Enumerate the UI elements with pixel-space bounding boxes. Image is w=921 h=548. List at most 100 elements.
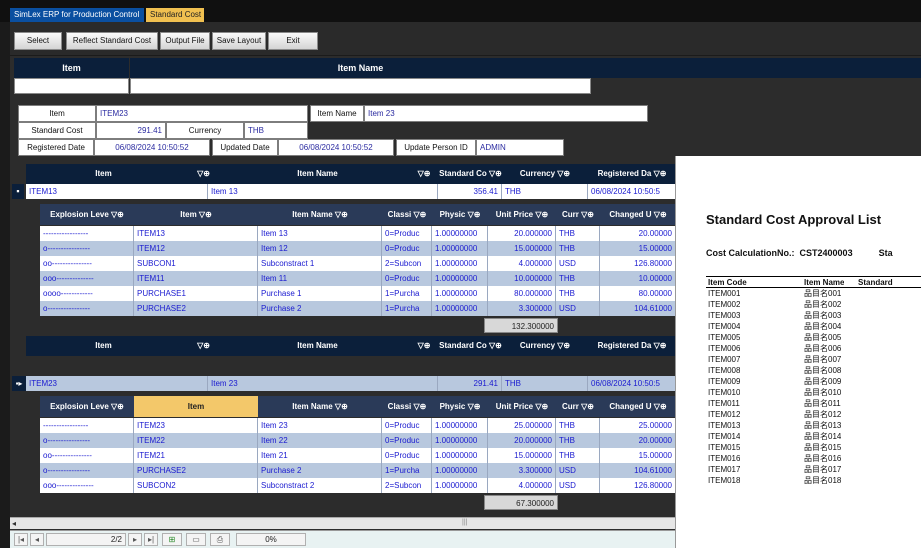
cell-level: oo--------------- — [40, 256, 134, 271]
group2-parent-row[interactable]: ITEM23 Item 23 291.41 THB 06/08/2024 10:… — [26, 376, 676, 391]
col-unit-price[interactable]: Unit Price ▽⊕ — [488, 396, 556, 417]
cell-level: ooo-------------- — [40, 271, 134, 286]
col-item-name[interactable]: Item Name ▽⊕ — [258, 396, 382, 417]
output-file-button[interactable]: Output File — [160, 32, 210, 50]
next-page-icon[interactable]: ▸ — [128, 533, 142, 546]
save-layout-button[interactable]: Save Layout — [212, 32, 266, 50]
col-physical[interactable]: Physic ▽⊕ — [432, 396, 488, 417]
updated-date-field[interactable]: 06/08/2024 10:50:52 — [278, 139, 394, 156]
collapse-icon[interactable]: ▪ — [12, 184, 24, 199]
print-preview-icon[interactable]: ▭ — [186, 533, 206, 546]
sub-grid-header-1: Explosion Leve ▽⊕ Item ▽⊕ Item Name ▽⊕ C… — [40, 204, 676, 225]
cell-level: oo--------------- — [40, 448, 134, 463]
cell-changed: 20.00000 — [600, 433, 676, 448]
cell-name: Item 12 — [258, 241, 382, 256]
col-item[interactable]: Item ▽⊕ — [134, 204, 258, 225]
col-currency[interactable]: Currency ▽⊕ — [502, 164, 588, 184]
group1-parent-row[interactable]: ITEM13 Item 13 356.41 THB 06/08/2024 10:… — [26, 184, 676, 199]
report-item-name: 品目名004 — [804, 322, 842, 331]
col-changed-unit[interactable]: Changed U ▽⊕ — [600, 204, 676, 225]
col-unit-price[interactable]: Unit Price ▽⊕ — [488, 204, 556, 225]
table-row[interactable]: ooo-------------- SUBCON2 Subconstract 2 2=… — [40, 478, 676, 493]
col-changed-unit[interactable]: Changed U ▽⊕ — [600, 396, 676, 417]
filter-pin-icon[interactable]: ▽⊕ — [409, 336, 439, 356]
table-row[interactable]: oooo------------ PURCHASE1 Purchase 1 1=Pur… — [40, 286, 676, 301]
report-item-name: 品目名018 — [804, 476, 842, 485]
col-currency[interactable]: Curr ▽⊕ — [556, 396, 600, 417]
tab-erp[interactable]: SimLex ERP for Production Control — [10, 8, 144, 22]
standard-cost-field[interactable]: 291.41 — [96, 122, 166, 139]
horizontal-scrollbar[interactable]: ◂ ||| — [10, 517, 675, 529]
report-row: ITEM008 品目名008 — [706, 365, 921, 376]
search-item-name-input[interactable] — [130, 78, 591, 94]
update-person-field[interactable]: ADMIN — [476, 139, 564, 156]
exit-button[interactable]: Exit — [268, 32, 318, 50]
report-row: ITEM016 品目名016 — [706, 453, 921, 464]
col-item-name[interactable]: Item Name ▽⊕ — [258, 204, 382, 225]
cell-changed: 20.00000 — [600, 226, 676, 241]
table-row[interactable]: o---------------- ITEM22 Item 22 0=Produc 1.… — [40, 433, 676, 448]
report-row: ITEM017 品目名017 — [706, 464, 921, 475]
item-field[interactable]: ITEM23 — [96, 105, 308, 122]
report-item-code: ITEM009 — [708, 377, 741, 386]
report-row: ITEM015 品目名015 — [706, 442, 921, 453]
filter-pin-icon[interactable]: ▽⊕ — [181, 164, 226, 184]
table-row[interactable]: ----------------- ITEM23 Item 23 0=Produc 1.… — [40, 418, 676, 433]
table-row[interactable]: oo--------------- ITEM21 Item 21 0=Produc 1.… — [40, 448, 676, 463]
col-classification[interactable]: Classi ▽⊕ — [382, 396, 432, 417]
print-icon[interactable]: ⎙ — [210, 533, 230, 546]
col-explosion-level[interactable]: Explosion Leve ▽⊕ — [40, 396, 134, 417]
table-row[interactable]: o---------------- ITEM12 Item 12 0=Produc 1.… — [40, 241, 676, 256]
table-row[interactable]: oo--------------- SUBCON1 Subconstract 1 2=… — [40, 256, 676, 271]
col-currency[interactable]: Curr ▽⊕ — [556, 204, 600, 225]
col-item-selected[interactable]: Item — [134, 396, 258, 417]
report-item-name: 品目名014 — [804, 432, 842, 441]
cell-curr: USD — [556, 478, 600, 493]
filter-pin-icon[interactable]: ▽⊕ — [409, 164, 439, 184]
registered-date-field[interactable]: 06/08/2024 10:50:52 — [94, 139, 210, 156]
current-row-arrow-icon[interactable]: ▪▸ — [12, 376, 26, 391]
cell-name: Subconstract 2 — [258, 478, 382, 493]
report-item-code: ITEM017 — [708, 465, 741, 474]
cell-item: ITEM13 — [134, 226, 258, 241]
cell-item-name: Item 23 — [208, 376, 438, 391]
reflect-standard-cost-button[interactable]: Reflect Standard Cost — [66, 32, 158, 50]
currency-field[interactable]: THB — [244, 122, 308, 139]
report-item-name: 品目名009 — [804, 377, 842, 386]
col-classification[interactable]: Classi ▽⊕ — [382, 204, 432, 225]
col-explosion-level[interactable]: Explosion Leve ▽⊕ — [40, 204, 134, 225]
cell-level: o---------------- — [40, 433, 134, 448]
col-item-name[interactable]: Item Name — [226, 336, 409, 356]
col-item-name[interactable]: Item Name — [226, 164, 409, 184]
filter-pin-icon[interactable]: ▽⊕ — [181, 336, 226, 356]
table-row[interactable]: o---------------- PURCHASE2 Purchase 2 1=Pu… — [40, 463, 676, 478]
currency-label: Currency — [166, 122, 244, 139]
item-name-field[interactable]: Item 23 — [364, 105, 648, 122]
last-page-icon[interactable]: ▸| — [144, 533, 158, 546]
col-registered[interactable]: Registered Da ▽⊕ — [588, 336, 676, 356]
report-row: ITEM011 品目名011 — [706, 398, 921, 409]
tab-standard-cost[interactable]: Standard Cost — [146, 8, 204, 22]
open-icon[interactable]: ⊞ — [162, 533, 182, 546]
prev-page-icon[interactable]: ◂ — [30, 533, 44, 546]
col-currency[interactable]: Currency ▽⊕ — [502, 336, 588, 356]
col-standard-cost[interactable]: Standard Co ▽⊕ — [439, 336, 502, 356]
report-item-name: 品目名011 — [804, 399, 841, 408]
report-item-code: ITEM013 — [708, 421, 741, 430]
report-item-code: ITEM001 — [708, 289, 741, 298]
table-row[interactable]: ----------------- ITEM13 Item 13 0=Produc 1.… — [40, 226, 676, 241]
scroll-left-icon[interactable]: ◂ — [12, 519, 16, 528]
cell-changed: 25.00000 — [600, 418, 676, 433]
col-physical[interactable]: Physic ▽⊕ — [432, 204, 488, 225]
cell-price: 15.000000 — [488, 241, 556, 256]
col-item[interactable]: Item — [26, 164, 181, 184]
select-button[interactable]: Select — [14, 32, 62, 50]
table-row[interactable]: o---------------- PURCHASE2 Purchase 2 1=Pu… — [40, 301, 676, 316]
table-row[interactable]: ooo-------------- ITEM11 Item 11 0=Produc 1.… — [40, 271, 676, 286]
col-standard-cost[interactable]: Standard Co ▽⊕ — [439, 164, 502, 184]
search-item-input[interactable] — [14, 78, 129, 94]
col-registered[interactable]: Registered Da ▽⊕ — [588, 164, 676, 184]
page-indicator[interactable]: 2/2 — [46, 533, 126, 546]
first-page-icon[interactable]: |◂ — [14, 533, 28, 546]
col-item[interactable]: Item — [26, 336, 181, 356]
